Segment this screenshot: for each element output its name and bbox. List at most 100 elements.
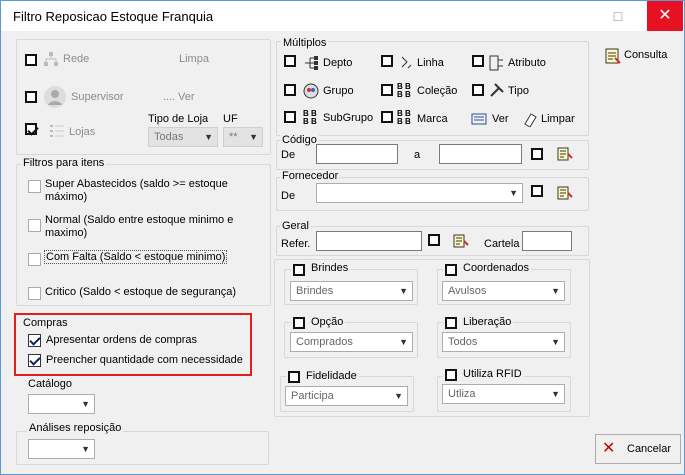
group-icon (303, 83, 319, 99)
uf-label: UF (223, 113, 238, 125)
opcao-select[interactable]: Comprados ▼ (290, 332, 413, 352)
opcao-checkbox[interactable] (293, 317, 305, 329)
analises-select[interactable]: ▼ (28, 439, 95, 459)
refer-checkbox[interactable] (428, 234, 440, 246)
colecao-label: Coleção (417, 85, 458, 97)
limpa-link[interactable]: Limpa (179, 53, 209, 65)
apresentar-ordens-label: Apresentar ordens de compras (46, 334, 198, 346)
codigo-checkbox[interactable] (531, 148, 543, 160)
catalogo-select[interactable]: ▼ (28, 394, 95, 414)
maximize-icon: □ (613, 8, 623, 24)
apresentar-ordens-checkbox[interactable] (28, 334, 41, 347)
tipo-checkbox[interactable] (472, 84, 484, 96)
codigo-a-label: a (414, 149, 421, 161)
brand-icon: B BB B (397, 109, 411, 126)
com-falta-checkbox[interactable] (28, 253, 41, 266)
opcao-value: Comprados (296, 336, 353, 348)
window-title: Filtro Reposicao Estoque Franquia (13, 9, 214, 24)
search-list-icon[interactable] (557, 185, 573, 201)
coordenados-checkbox[interactable] (445, 264, 457, 276)
fidelidade-checkbox[interactable] (288, 371, 300, 383)
tipo-de-loja-select[interactable]: Todas ▼ (148, 127, 218, 147)
grid-icon: B BB B (397, 82, 411, 99)
compras-legend: Compras (23, 317, 68, 329)
supervisor-icon (44, 86, 66, 108)
brindes-checkbox[interactable] (293, 264, 305, 276)
filtros-legend: Filtros para itens (21, 157, 107, 169)
normal-checkbox[interactable] (28, 219, 41, 232)
chevron-down-icon: ▼ (81, 444, 90, 454)
cartela-input[interactable] (522, 231, 572, 251)
depto-checkbox[interactable] (284, 55, 296, 67)
colecao-checkbox[interactable] (381, 84, 393, 96)
uf-select[interactable]: ** ▼ (223, 127, 263, 147)
brindes-select[interactable]: Brindes ▼ (290, 281, 413, 301)
chevron-down-icon: ▼ (394, 391, 403, 401)
rfid-select[interactable]: Utliza ▼ (442, 384, 565, 404)
fidelidade-value: Participa (291, 390, 334, 402)
list-icon (50, 125, 64, 137)
ellipsis-text: .... (163, 91, 176, 103)
codigo-de-input[interactable] (316, 144, 398, 164)
cancelar-label: Cancelar (627, 443, 672, 455)
attribute-icon (489, 55, 503, 71)
refer-input[interactable] (316, 231, 422, 251)
preencher-quantidade-label: Preencher quantidade com necessidade (46, 354, 243, 366)
tipo-de-loja-value: Todas (154, 131, 184, 143)
lojas-checkbox[interactable] (25, 123, 37, 135)
liberacao-value: Todos (448, 336, 478, 348)
chevron-down-icon: ▼ (204, 132, 213, 142)
rede-checkbox[interactable] (25, 54, 37, 66)
fornecedor-checkbox[interactable] (531, 185, 543, 197)
critico-checkbox[interactable] (28, 287, 41, 300)
linha-checkbox[interactable] (381, 55, 393, 67)
grupo-checkbox[interactable] (284, 84, 296, 96)
chevron-down-icon: ▼ (551, 389, 560, 399)
report-icon (605, 48, 621, 64)
preencher-quantidade-checkbox[interactable] (28, 354, 41, 367)
brindes-value: Brindes (296, 285, 334, 297)
super-abastecidos-label: Super Abastecidos (saldo >= estoque máxi… (45, 178, 228, 203)
chevron-down-icon: ▼ (249, 132, 258, 142)
search-list-icon[interactable] (453, 233, 469, 249)
chevron-down-icon: ▼ (551, 337, 560, 347)
ver-link[interactable]: Ver (178, 91, 195, 103)
fidelidade-select[interactable]: Participa ▼ (285, 386, 408, 406)
atributo-checkbox[interactable] (472, 55, 484, 67)
close-button[interactable]: ✕ (647, 1, 683, 31)
normal-label: Normal (Saldo entre estoque minimo e max… (45, 214, 234, 239)
multiplos-legend: Múltiplos (281, 37, 329, 49)
rfid-value: Utliza (448, 388, 476, 400)
liberacao-checkbox[interactable] (445, 317, 457, 329)
search-list-icon[interactable] (557, 146, 573, 162)
coordenados-select[interactable]: Avulsos ▼ (442, 281, 565, 301)
line-icon (401, 56, 412, 69)
hierarchy-icon (305, 56, 318, 70)
eraser-icon (524, 113, 537, 127)
subgroup-icon: B BB B (303, 109, 317, 126)
supervisor-checkbox[interactable] (25, 91, 37, 103)
codigo-a-input[interactable] (439, 144, 522, 164)
dialog-window: Filtro Reposicao Estoque Franquia □ ✕ Re… (0, 0, 685, 475)
atributo-label: Atributo (508, 57, 546, 69)
rfid-checkbox[interactable] (445, 369, 457, 381)
uf-value: ** (229, 131, 238, 143)
subgrupo-checkbox[interactable] (284, 111, 296, 123)
grupo-label: Grupo (323, 85, 354, 97)
consulta-button[interactable]: Consulta (601, 44, 681, 66)
tipo-label: Tipo (508, 85, 529, 97)
codigo-legend: Código (280, 134, 319, 146)
multiplos-ver-link[interactable]: Ver (492, 113, 509, 125)
marca-label: Marca (417, 113, 448, 125)
chevron-down-icon: ▼ (81, 399, 90, 409)
catalogo-label: Catálogo (28, 378, 73, 390)
chevron-down-icon: ▼ (551, 286, 560, 296)
fornecedor-select[interactable]: ▼ (316, 183, 523, 203)
limpar-link[interactable]: Limpar (541, 113, 575, 125)
cancelar-button[interactable]: ✕ Cancelar (595, 434, 681, 464)
liberacao-select[interactable]: Todos ▼ (442, 332, 565, 352)
subgrupo-label: SubGrupo (323, 112, 374, 124)
super-abastecidos-checkbox[interactable] (28, 180, 41, 193)
marca-checkbox[interactable] (381, 111, 393, 123)
fornecedor-legend: Fornecedor (280, 170, 341, 182)
